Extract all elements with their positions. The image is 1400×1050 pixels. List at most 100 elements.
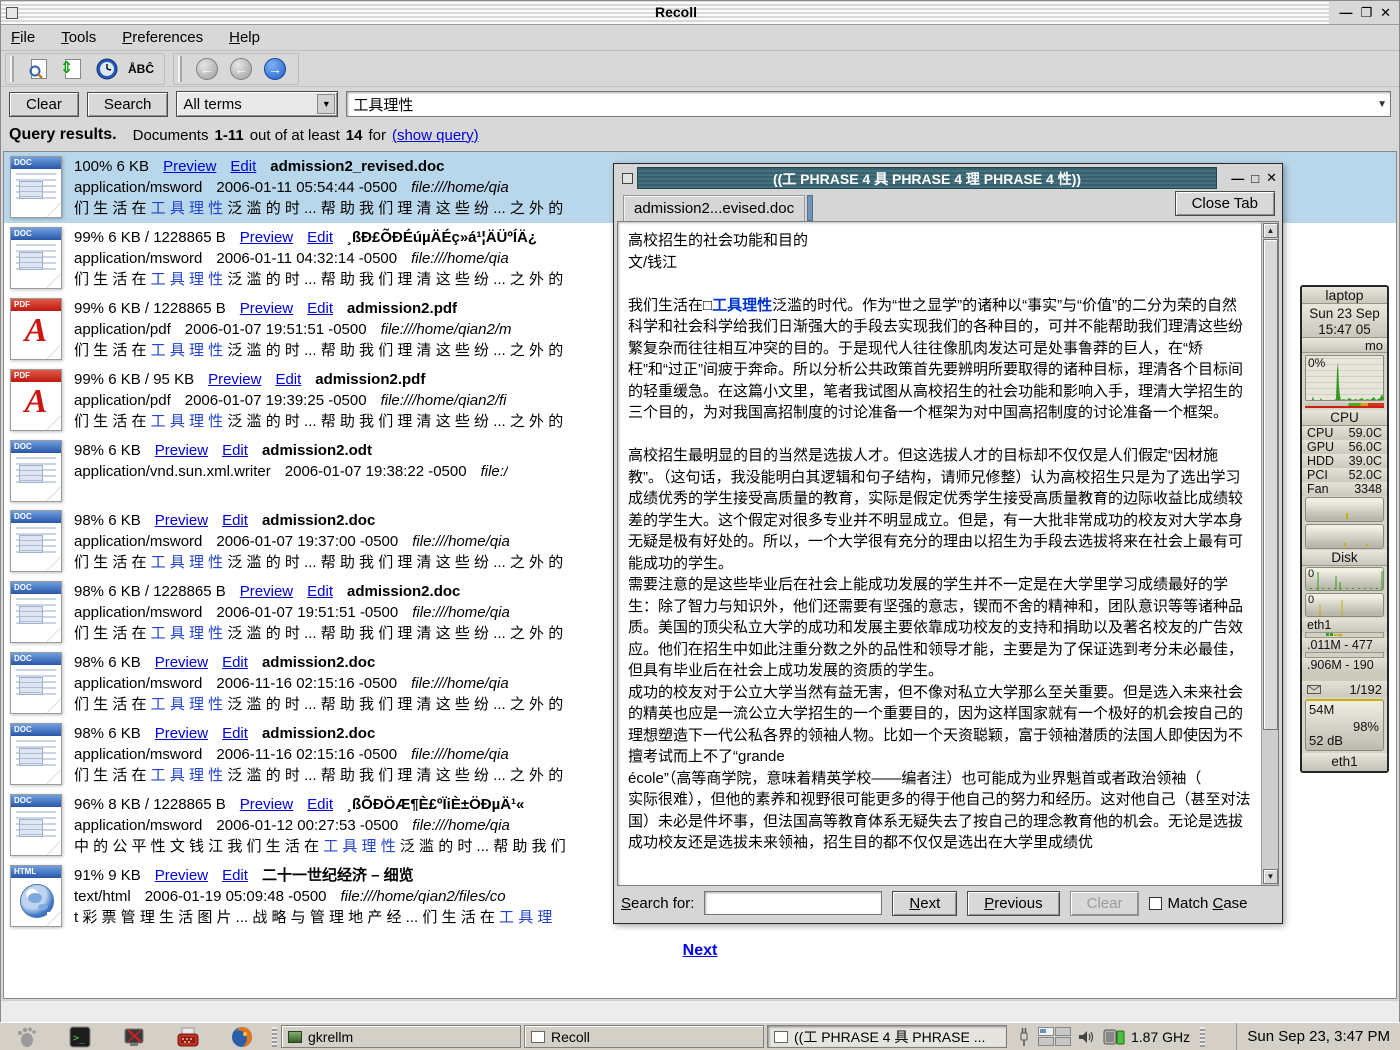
typewriter-launcher[interactable] [176, 1025, 200, 1049]
scrollbar-down-icon[interactable]: ▼ [1263, 869, 1278, 884]
preview-close-button[interactable]: ✕ [1266, 170, 1277, 186]
term-explorer-button[interactable]: ÅBĈ [126, 55, 156, 83]
edit-link[interactable]: Edit [222, 865, 248, 886]
task-button[interactable]: Recoll [524, 1025, 764, 1048]
preview-clear-button[interactable]: Clear [1070, 891, 1140, 916]
next-results-link[interactable]: Next [683, 942, 718, 959]
checkbox-icon[interactable] [1149, 897, 1162, 910]
workspace-3[interactable] [1038, 1037, 1054, 1046]
preview-window-menu-button[interactable] [617, 167, 637, 189]
query-history-arrow-icon[interactable]: ▼ [1377, 99, 1387, 110]
taskbar-clock[interactable]: Sun Sep 23, 3:47 PM [1236, 1023, 1400, 1050]
gnome-menu-button[interactable] [14, 1025, 38, 1049]
toolbar-handle-2[interactable] [178, 56, 182, 82]
sort-tool-button[interactable]: ⇕ [58, 55, 88, 83]
preview-link[interactable]: Preview [208, 369, 261, 390]
edit-link[interactable]: Edit [222, 440, 248, 461]
edit-link[interactable]: Edit [222, 510, 248, 531]
maximize-button[interactable]: ❐ [1360, 5, 1372, 21]
result-url: file:///home/qia [412, 817, 510, 834]
close-button[interactable]: ✕ [1380, 5, 1391, 21]
clear-button[interactable]: Clear [9, 92, 79, 117]
result-date: 2006-11-16 02:15:16 -0500 [216, 746, 397, 763]
taskbar-handle-2[interactable] [1200, 1027, 1205, 1047]
edit-link[interactable]: Edit [230, 156, 256, 177]
task-button[interactable]: gkrellm [281, 1025, 521, 1048]
workspace-1[interactable] [1038, 1027, 1054, 1036]
edit-link[interactable]: Edit [307, 581, 333, 602]
menu-tools[interactable]: Tools [61, 29, 96, 46]
preview-search-input[interactable] [704, 891, 882, 915]
preview-link[interactable]: Preview [240, 298, 293, 319]
close-tab-button[interactable]: Close Tab [1175, 191, 1275, 216]
preview-tab[interactable]: admission2...evised.doc [623, 195, 805, 221]
edit-link[interactable]: Edit [222, 723, 248, 744]
workspace-pager[interactable] [1038, 1027, 1071, 1046]
preview-minimize-button[interactable]: — [1231, 171, 1244, 186]
highlighted-term: 工 具 理 性 [151, 767, 224, 784]
result-date: 2006-01-11 04:32:14 -0500 [216, 250, 397, 267]
preview-maximize-button[interactable]: □ [1251, 171, 1259, 186]
workspace-2[interactable] [1055, 1027, 1071, 1036]
query-input[interactable] [346, 91, 1391, 117]
edit-link[interactable]: Edit [307, 298, 333, 319]
preview-link[interactable]: Preview [240, 581, 293, 602]
fan-value: 3348 [1354, 482, 1382, 496]
recoll-titlebar[interactable]: Recoll — ❐ ✕ [1, 1, 1399, 25]
result-date: 2006-01-11 05:54:44 -0500 [216, 179, 397, 196]
match-case-checkbox[interactable]: Match Case [1149, 895, 1247, 912]
terminal-launcher[interactable]: >_ [68, 1025, 92, 1049]
xkill-launcher[interactable] [122, 1025, 146, 1049]
preview-titlebar[interactable]: ((工 PHRASE 4 具 PHRASE 4 理 PHRASE 4 性)) —… [617, 167, 1279, 189]
minimize-button[interactable]: — [1339, 5, 1352, 20]
power-plug-icon[interactable] [1016, 1027, 1032, 1047]
volume-icon[interactable] [1077, 1029, 1097, 1045]
preview-next-button[interactable]: Next [892, 891, 957, 916]
next-page-button[interactable]: → [260, 55, 290, 83]
fan-label: Fan [1307, 482, 1329, 496]
prev-page-button[interactable]: ← [226, 55, 256, 83]
search-mode-select[interactable]: All terms ▼ [176, 91, 338, 117]
preview-content[interactable]: 高校招生的社会功能和目的文/钱江我们生活在□工具理性泛滥的时代。作为“世之显学”… [617, 221, 1279, 886]
result-meta: 98% 6 KB [74, 510, 141, 531]
preview-link[interactable]: Preview [155, 865, 208, 886]
combo-arrow-icon[interactable]: ▼ [317, 94, 335, 114]
edit-link[interactable]: Edit [307, 794, 333, 815]
preview-link[interactable]: Preview [155, 440, 208, 461]
workspace-4[interactable] [1055, 1037, 1071, 1046]
menu-file[interactable]: File [11, 29, 35, 46]
window-menu-button[interactable] [1, 1, 23, 24]
filetype-icon: DOC [10, 440, 62, 502]
show-query-link[interactable]: (show query) [392, 127, 479, 144]
result-title: admission2.doc [262, 723, 375, 744]
taskbar-handle[interactable] [272, 1027, 277, 1047]
cpufreq-battery-icon[interactable] [1103, 1028, 1125, 1046]
preview-tool-button[interactable] [24, 55, 54, 83]
gkrellm-monitor[interactable]: laptop Sun 23 Sep 15:47 05 mo 0% CPU CPU… [1300, 285, 1389, 773]
preview-link[interactable]: Preview [155, 652, 208, 673]
preview-link[interactable]: Preview [155, 510, 208, 531]
scrollbar-thumb[interactable] [1263, 239, 1278, 730]
edit-link[interactable]: Edit [307, 227, 333, 248]
preview-link[interactable]: Preview [155, 723, 208, 744]
scrollbar-up-icon[interactable]: ▲ [1263, 223, 1278, 238]
result-date: 2006-01-07 19:37:00 -0500 [216, 533, 398, 550]
task-button[interactable]: ((工 PHRASE 4 具 PHRASE ... [767, 1025, 1007, 1048]
search-button[interactable]: Search [87, 92, 169, 117]
first-page-button[interactable]: ← [192, 55, 222, 83]
edit-link[interactable]: Edit [275, 369, 301, 390]
menu-help[interactable]: Help [229, 29, 260, 46]
firefox-launcher[interactable] [230, 1025, 254, 1049]
toolbar-handle[interactable] [10, 56, 14, 82]
preview-link[interactable]: Preview [240, 227, 293, 248]
preview-link[interactable]: Preview [240, 794, 293, 815]
filetype-icon: DOC [10, 794, 62, 856]
edit-link[interactable]: Edit [222, 652, 248, 673]
preview-link[interactable]: Preview [163, 156, 216, 177]
menu-preferences[interactable]: Preferences [122, 29, 203, 46]
history-tool-button[interactable] [92, 55, 122, 83]
result-url: file:///home/qia [411, 250, 509, 267]
preview-previous-button[interactable]: Previous [967, 891, 1059, 916]
for-label: for [368, 127, 386, 144]
preview-scrollbar[interactable]: ▲ ▼ [1261, 222, 1278, 885]
